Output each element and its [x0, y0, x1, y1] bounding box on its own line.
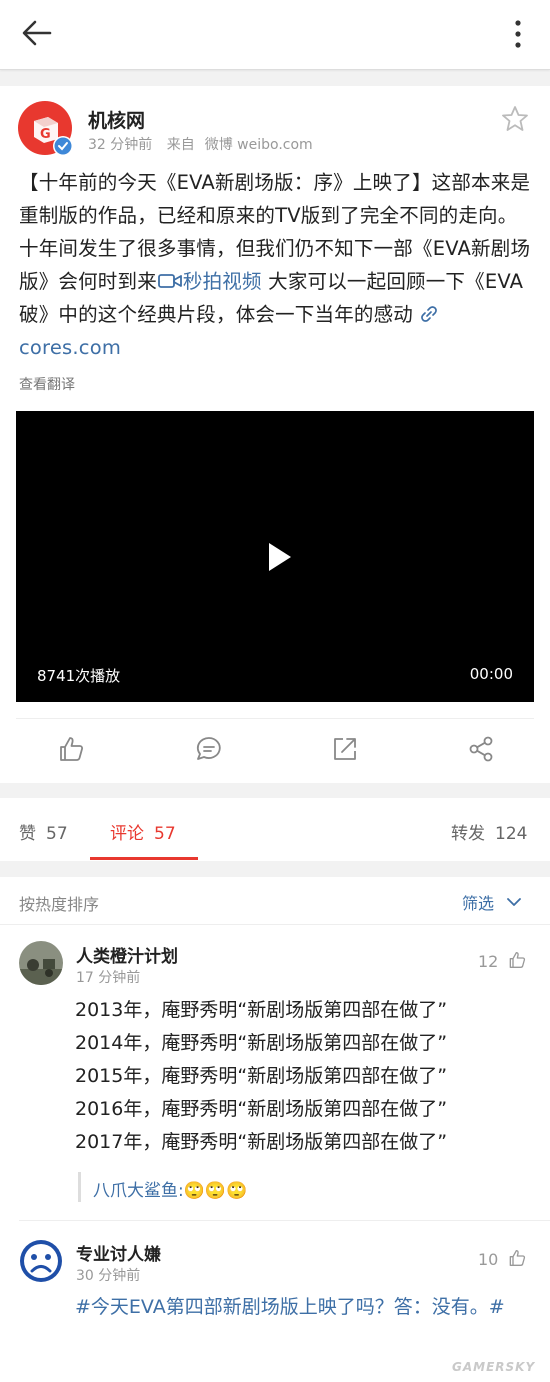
tab-comments-label: 评论: [110, 824, 144, 844]
top-app-bar: [0, 0, 550, 70]
comment-list: 人类橙汁计划 17 分钟前 12 2013年，庵野秀明“新剧场版第四部在做了” …: [0, 925, 550, 1382]
post-source: 微博 weibo.com: [204, 137, 313, 153]
filter-label: 筛选: [462, 894, 495, 913]
author-name[interactable]: 机核网: [88, 106, 145, 133]
commenter-name[interactable]: 专业讨人嫌: [76, 1240, 161, 1265]
share-icon[interactable]: [466, 734, 496, 764]
comment-divider: [19, 1220, 550, 1221]
reply-text: 八爪大鲨鱼:🙄🙄🙄: [93, 1181, 248, 1201]
back-arrow-icon[interactable]: [16, 14, 60, 54]
video-duration: 00:00: [469, 665, 513, 683]
comment-time: 30 分钟前: [76, 1268, 141, 1284]
active-tab-indicator: [90, 857, 198, 860]
tab-likes-count: 57: [46, 824, 68, 844]
comment-icon[interactable]: [194, 734, 224, 764]
tab-reposts-label: 转发: [451, 824, 485, 844]
sort-label[interactable]: 按热度排序: [19, 891, 99, 915]
comment-line: 2015年，庵野秀明“新剧场版第四部在做了”: [75, 1065, 448, 1087]
post-card: G 机核网 32 分钟前 来自 微博 weibo.com 【十年前的今天《EVA新…: [0, 86, 550, 783]
comment-line: 2016年，庵野秀明“新剧场版第四部在做了”: [75, 1098, 448, 1120]
tab-reposts-count: 124: [495, 824, 528, 844]
play-count: 8741次播放: [37, 667, 121, 685]
video-player[interactable]: 8741次播放 00:00: [16, 411, 534, 702]
comment-line: 2014年，庵野秀明“新剧场版第四部在做了”: [75, 1032, 448, 1054]
tab-comments[interactable]: 评论 57: [110, 819, 176, 844]
comment-hashtag-text[interactable]: #今天EVA第四部新剧场版上映了吗？答：没有。#: [75, 1291, 505, 1323]
thumb-up-icon: [510, 952, 526, 968]
post-meta: 32 分钟前 来自 微博 weibo.com: [88, 134, 323, 154]
comment-line: 2017年，庵野秀明“新剧场版第四部在做了”: [75, 1131, 448, 1153]
play-icon[interactable]: [266, 541, 294, 577]
post-source-prefix: 来自: [166, 137, 195, 153]
video-camera-icon: [158, 274, 182, 288]
tab-likes[interactable]: 赞 57: [19, 819, 68, 844]
thumb-up-icon: [510, 1250, 526, 1266]
comment-like-count: 12: [478, 952, 499, 971]
tab-reposts[interactable]: 转发 124: [451, 819, 527, 844]
comment-like-count: 10: [478, 1250, 499, 1269]
reply-preview[interactable]: 八爪大鲨鱼:🙄🙄🙄: [78, 1172, 518, 1202]
post-body: 【十年前的今天《EVA新剧场版：序》上映了】这部本来是重制版的作品，已经和原来的…: [19, 166, 534, 364]
filter-button[interactable]: 筛选: [462, 890, 523, 914]
post-time: 32 分钟前: [88, 137, 153, 153]
interaction-tabs: 赞 57 评论 57 转发 124: [0, 798, 550, 861]
comment-like-button[interactable]: 10: [478, 1248, 527, 1269]
divider: [16, 718, 534, 719]
like-icon[interactable]: [56, 734, 86, 764]
more-options-icon[interactable]: [500, 14, 536, 54]
comment-line: 2013年，庵野秀明“新剧场版第四部在做了”: [75, 999, 448, 1021]
tab-comments-count: 57: [154, 824, 176, 844]
svg-text:G: G: [40, 127, 51, 142]
repost-icon[interactable]: [330, 734, 360, 764]
comment-like-button[interactable]: 12: [478, 950, 527, 971]
video-link-label: 秒拍视频: [182, 270, 262, 293]
video-link[interactable]: 秒拍视频: [157, 270, 262, 293]
verified-badge-icon: [53, 136, 73, 156]
chevron-down-icon: [507, 898, 522, 906]
author-avatar[interactable]: G: [18, 101, 74, 157]
translate-link[interactable]: 查看翻译: [19, 374, 75, 394]
external-link-label: cores.com: [19, 336, 122, 359]
sort-bar: 按热度排序 筛选: [0, 877, 550, 925]
favorite-star-icon[interactable]: [500, 104, 530, 134]
comment-time: 17 分钟前: [76, 970, 141, 986]
commenter-avatar[interactable]: [19, 1239, 63, 1283]
commenter-name[interactable]: 人类橙汁计划: [76, 942, 178, 967]
link-icon: [421, 306, 438, 322]
commenter-avatar[interactable]: [19, 941, 63, 985]
watermark: GAMERSKY: [452, 1360, 536, 1374]
tab-likes-label: 赞: [19, 824, 36, 844]
